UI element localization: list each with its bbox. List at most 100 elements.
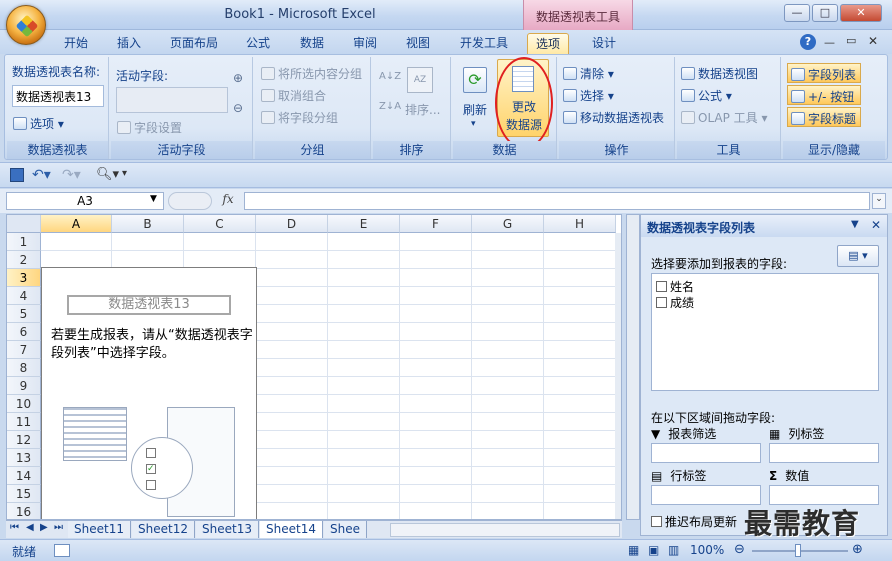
help-icon[interactable]: ? (800, 34, 816, 50)
close-button[interactable]: ✕ (840, 4, 882, 22)
print-preview-icon[interactable]: 🔍︎▾ (96, 167, 119, 182)
defer-update-option[interactable]: 推迟布局更新 (651, 513, 737, 530)
row-header[interactable]: 14 (7, 467, 41, 485)
column-header[interactable]: G (472, 215, 544, 233)
sheet-tab[interactable]: Sheet13 (196, 521, 259, 538)
column-header[interactable]: H (544, 215, 616, 233)
column-labels-dropzone[interactable] (769, 443, 879, 463)
tab-data[interactable]: 数据 (292, 33, 332, 54)
row-header[interactable]: 5 (7, 305, 41, 323)
tab-view[interactable]: 视图 (398, 33, 438, 54)
column-header[interactable]: F (400, 215, 472, 233)
tab-review[interactable]: 审阅 (345, 33, 385, 54)
sort-asc-icon[interactable]: A↓Z (379, 71, 401, 82)
row-header[interactable]: 11 (7, 413, 41, 431)
defer-update-checkbox-icon[interactable] (651, 516, 662, 527)
field-checkbox-icon[interactable] (656, 297, 667, 308)
field-checkbox-icon[interactable] (656, 281, 667, 292)
sheet-tab[interactable]: Shee (324, 521, 367, 538)
formula-slider[interactable] (168, 192, 212, 210)
workbook-close-icon[interactable]: ✕ (868, 34, 878, 48)
formula-input[interactable] (244, 192, 870, 210)
view-page-break-icon[interactable]: ▥ (668, 543, 679, 557)
clear-button[interactable]: 清除 ▾ (563, 65, 614, 82)
macro-record-icon[interactable] (54, 544, 70, 557)
sheet-tab[interactable]: Sheet11 (68, 521, 131, 538)
customize-qat-icon[interactable]: ▾ (122, 168, 127, 179)
expand-field-icon[interactable]: ⊕ (233, 71, 243, 85)
field-headers-toggle[interactable]: 字段标题 (787, 107, 861, 127)
select-all-corner[interactable] (7, 215, 41, 233)
view-normal-icon[interactable]: ▦ (628, 543, 639, 557)
ribbon-restore-icon[interactable]: ▭ (846, 34, 856, 47)
column-header[interactable]: B (112, 215, 184, 233)
pivot-name-input[interactable]: 数据透视表13 (12, 85, 104, 107)
pivot-options-button[interactable]: 选项 ▾ (13, 115, 64, 132)
column-header[interactable]: A (41, 215, 112, 233)
active-field-input[interactable] (116, 87, 228, 113)
panel-splitter-scrollbar[interactable] (626, 214, 640, 520)
office-button[interactable] (6, 5, 46, 45)
zoom-slider-thumb[interactable] (795, 544, 801, 557)
pivot-chart-button[interactable]: 数据透视图 (681, 65, 758, 82)
sheet-nav-last-icon[interactable]: ⏭ (54, 522, 63, 533)
sheet-tab[interactable]: Sheet12 (132, 521, 195, 538)
report-filter-dropzone[interactable] (651, 443, 761, 463)
sort-desc-icon[interactable]: Z↓A (379, 101, 401, 112)
zoom-out-icon[interactable]: ⊖ (734, 542, 745, 557)
zoom-level[interactable]: 100% (690, 543, 724, 557)
group-field-button[interactable]: 将字段分组 (261, 109, 338, 126)
tab-home[interactable]: 开始 (56, 33, 96, 54)
minimize-button[interactable]: — (784, 4, 810, 22)
refresh-button[interactable]: 刷新 (463, 101, 487, 118)
tab-developer[interactable]: 开发工具 (452, 33, 516, 54)
row-header[interactable]: 2 (7, 251, 41, 269)
row-header[interactable]: 9 (7, 377, 41, 395)
buttons-toggle[interactable]: +/- 按钮 (787, 85, 861, 105)
layout-options-button[interactable]: ▤ ▾ (837, 245, 879, 267)
row-header[interactable]: 13 (7, 449, 41, 467)
row-header[interactable]: 10 (7, 395, 41, 413)
name-box[interactable]: A3 (6, 192, 164, 210)
sort-button[interactable]: 排序... (405, 101, 440, 118)
view-page-layout-icon[interactable]: ▣ (648, 543, 659, 557)
maximize-button[interactable]: □ (812, 4, 838, 22)
refresh-dropdown-icon[interactable]: ▾ (471, 119, 476, 129)
row-header[interactable]: 16 (7, 503, 41, 519)
name-box-dropdown-icon[interactable]: ▼ (150, 194, 157, 204)
field-item[interactable]: 姓名 (656, 278, 694, 295)
field-item[interactable]: 成绩 (656, 294, 694, 311)
row-header[interactable]: 7 (7, 341, 41, 359)
ungroup-button[interactable]: 取消组合 (261, 87, 326, 104)
row-header[interactable]: 15 (7, 485, 41, 503)
sheet-nav-prev-icon[interactable]: ◀ (26, 522, 34, 533)
row-header[interactable]: 12 (7, 431, 41, 449)
zoom-in-icon[interactable]: ⊕ (852, 542, 863, 557)
panel-menu-icon[interactable]: ▼ (851, 219, 859, 230)
sheet-tab[interactable]: Sheet14 (260, 521, 323, 538)
column-header[interactable]: C (184, 215, 256, 233)
move-pivot-button[interactable]: 移动数据透视表 (563, 109, 664, 126)
insert-function-icon[interactable]: fx (214, 192, 242, 210)
formulas-button[interactable]: 公式 ▾ (681, 87, 732, 104)
row-header[interactable]: 8 (7, 359, 41, 377)
tab-design[interactable]: 设计 (584, 33, 624, 54)
tab-insert[interactable]: 插入 (109, 33, 149, 54)
collapse-field-icon[interactable]: ⊖ (233, 101, 243, 115)
row-header[interactable]: 1 (7, 233, 41, 251)
undo-icon[interactable]: ↶▾ (32, 167, 51, 183)
column-header[interactable]: D (256, 215, 328, 233)
group-selection-button[interactable]: 将所选内容分组 (261, 65, 362, 82)
horizontal-scrollbar[interactable] (390, 523, 620, 537)
sheet-nav-next-icon[interactable]: ▶ (40, 522, 48, 533)
tab-options[interactable]: 选项 (527, 33, 570, 54)
worksheet-grid[interactable]: ABCDEFGH 1 2 3 4 5 6 7 8 9 10 11 12 13 14 15 16 数据透视表13… (6, 214, 622, 520)
row-header[interactable]: 3 (7, 269, 41, 287)
expand-formula-bar-icon[interactable]: ⌄ (872, 193, 886, 209)
field-list-toggle[interactable]: 字段列表 (787, 63, 861, 83)
save-icon[interactable] (10, 168, 24, 182)
row-header[interactable]: 4 (7, 287, 41, 305)
panel-close-icon[interactable]: ✕ (871, 218, 881, 232)
select-button[interactable]: 选择 ▾ (563, 87, 614, 104)
column-header[interactable]: E (328, 215, 400, 233)
